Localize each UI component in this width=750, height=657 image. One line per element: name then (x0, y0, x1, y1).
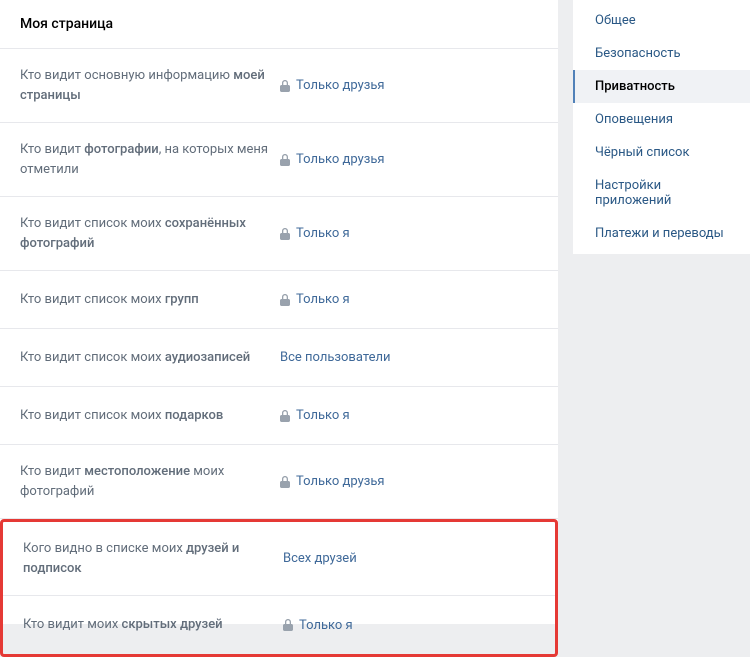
setting-value-selector[interactable]: Только друзья (280, 474, 385, 489)
sidebar-item[interactable]: Чёрный список (573, 136, 750, 169)
main-settings-panel: Моя страница Кто видит основную информац… (0, 0, 558, 624)
settings-list: Кто видит основную информацию моей стран… (0, 49, 558, 519)
lock-icon (280, 476, 290, 488)
setting-value-text: Только друзья (296, 152, 385, 167)
sidebar-item[interactable]: Безопасность (573, 37, 750, 70)
label-text: Кто видит список моих (20, 408, 165, 423)
setting-value-selector[interactable]: Только друзья (280, 152, 385, 167)
label-text: Кто видит моих (23, 617, 122, 632)
sidebar-item-label: Оповещения (595, 112, 673, 127)
settings-row: Кто видит список моих аудиозаписейВсе по… (0, 329, 558, 387)
settings-row: Кого видно в списке моих друзей и подпис… (3, 522, 555, 596)
settings-sidebar: Общее Безопасность Приватность Оповещения Чё… (573, 0, 750, 254)
lock-icon (280, 294, 290, 306)
label-text: Кто видит (20, 464, 84, 479)
label-text: Кого видно в списке моих (23, 541, 186, 556)
settings-row: Кто видит список моих подарков Только я (0, 387, 558, 445)
setting-label: Кто видит список моих аудиозаписей (20, 348, 280, 368)
sidebar-item[interactable]: Приватность (573, 70, 750, 103)
sidebar-item[interactable]: Платежи и переводы (573, 217, 750, 250)
setting-label: Кто видит фотографии, на которых меня от… (20, 140, 280, 179)
setting-value-selector[interactable]: Всех друзей (283, 551, 357, 566)
sidebar-item-label: Настройки приложений (595, 178, 671, 208)
label-bold: скрытых друзей (122, 617, 223, 632)
setting-label: Кто видит моих скрытых друзей (23, 615, 283, 635)
settings-row: Кто видит местоположение моих фотографий… (0, 445, 558, 519)
lock-icon (283, 619, 293, 631)
label-bold: фотографии (84, 142, 158, 157)
setting-value-text: Только друзья (296, 474, 385, 489)
settings-row: Кто видит основную информацию моей стран… (0, 49, 558, 123)
sidebar-item-label: Общее (595, 13, 636, 28)
setting-value-selector[interactable]: Только я (283, 618, 353, 633)
sidebar-item[interactable]: Настройки приложений (573, 169, 750, 217)
label-text: Кто видит список моих (20, 292, 165, 307)
sidebar-item-label: Платежи и переводы (595, 226, 724, 241)
setting-label: Кто видит основную информацию моей стран… (20, 66, 280, 105)
setting-value-text: Только я (296, 226, 350, 241)
sidebar-item-label: Приватность (595, 79, 675, 94)
label-bold: аудиозаписей (165, 350, 250, 365)
label-bold: подарков (165, 408, 223, 423)
label-bold: групп (165, 292, 199, 307)
settings-row: Кто видит список моих сохранённых фотогр… (0, 197, 558, 271)
setting-value-text: Только друзья (296, 78, 385, 93)
settings-row: Кто видит моих скрытых друзей Только я (3, 596, 555, 654)
setting-label: Кто видит список моих подарков (20, 406, 280, 426)
settings-row: Кто видит фотографии, на которых меня от… (0, 123, 558, 197)
setting-value-selector[interactable]: Только я (280, 408, 350, 423)
label-text: Кто видит список моих (20, 350, 165, 365)
lock-icon (280, 228, 290, 240)
sidebar-item[interactable]: Оповещения (573, 103, 750, 136)
setting-value-selector[interactable]: Только я (280, 292, 350, 307)
setting-value-selector[interactable]: Только друзья (280, 78, 385, 93)
label-text: Кто видит основную информацию (20, 68, 233, 83)
layout-gap (558, 0, 573, 624)
section-title: Моя страница (20, 16, 113, 32)
setting-value-text: Всех друзей (283, 551, 357, 566)
section-header: Моя страница (0, 0, 558, 49)
setting-label: Кого видно в списке моих друзей и подпис… (23, 539, 283, 578)
setting-value-text: Только я (296, 408, 350, 423)
sidebar-item-label: Безопасность (595, 46, 681, 61)
lock-icon (280, 80, 290, 92)
setting-label: Кто видит местоположение моих фотографий (20, 462, 280, 501)
label-text: Кто видит (20, 142, 84, 157)
sidebar-item-label: Чёрный список (595, 145, 689, 160)
setting-value-selector[interactable]: Только я (280, 226, 350, 241)
label-text: Кто видит список моих (20, 216, 165, 231)
lock-icon (280, 410, 290, 422)
setting-value-selector[interactable]: Все пользователи (280, 350, 391, 365)
setting-value-text: Только я (296, 292, 350, 307)
setting-value-text: Только я (299, 618, 353, 633)
lock-icon (280, 154, 290, 166)
settings-row: Кто видит список моих групп Только я (0, 271, 558, 329)
sidebar-item[interactable]: Общее (573, 4, 750, 37)
setting-value-text: Все пользователи (280, 350, 391, 365)
highlighted-settings: Кого видно в списке моих друзей и подпис… (0, 519, 558, 657)
setting-label: Кто видит список моих групп (20, 290, 280, 310)
label-bold: местоположение (84, 464, 190, 479)
setting-label: Кто видит список моих сохранённых фотогр… (20, 214, 280, 253)
